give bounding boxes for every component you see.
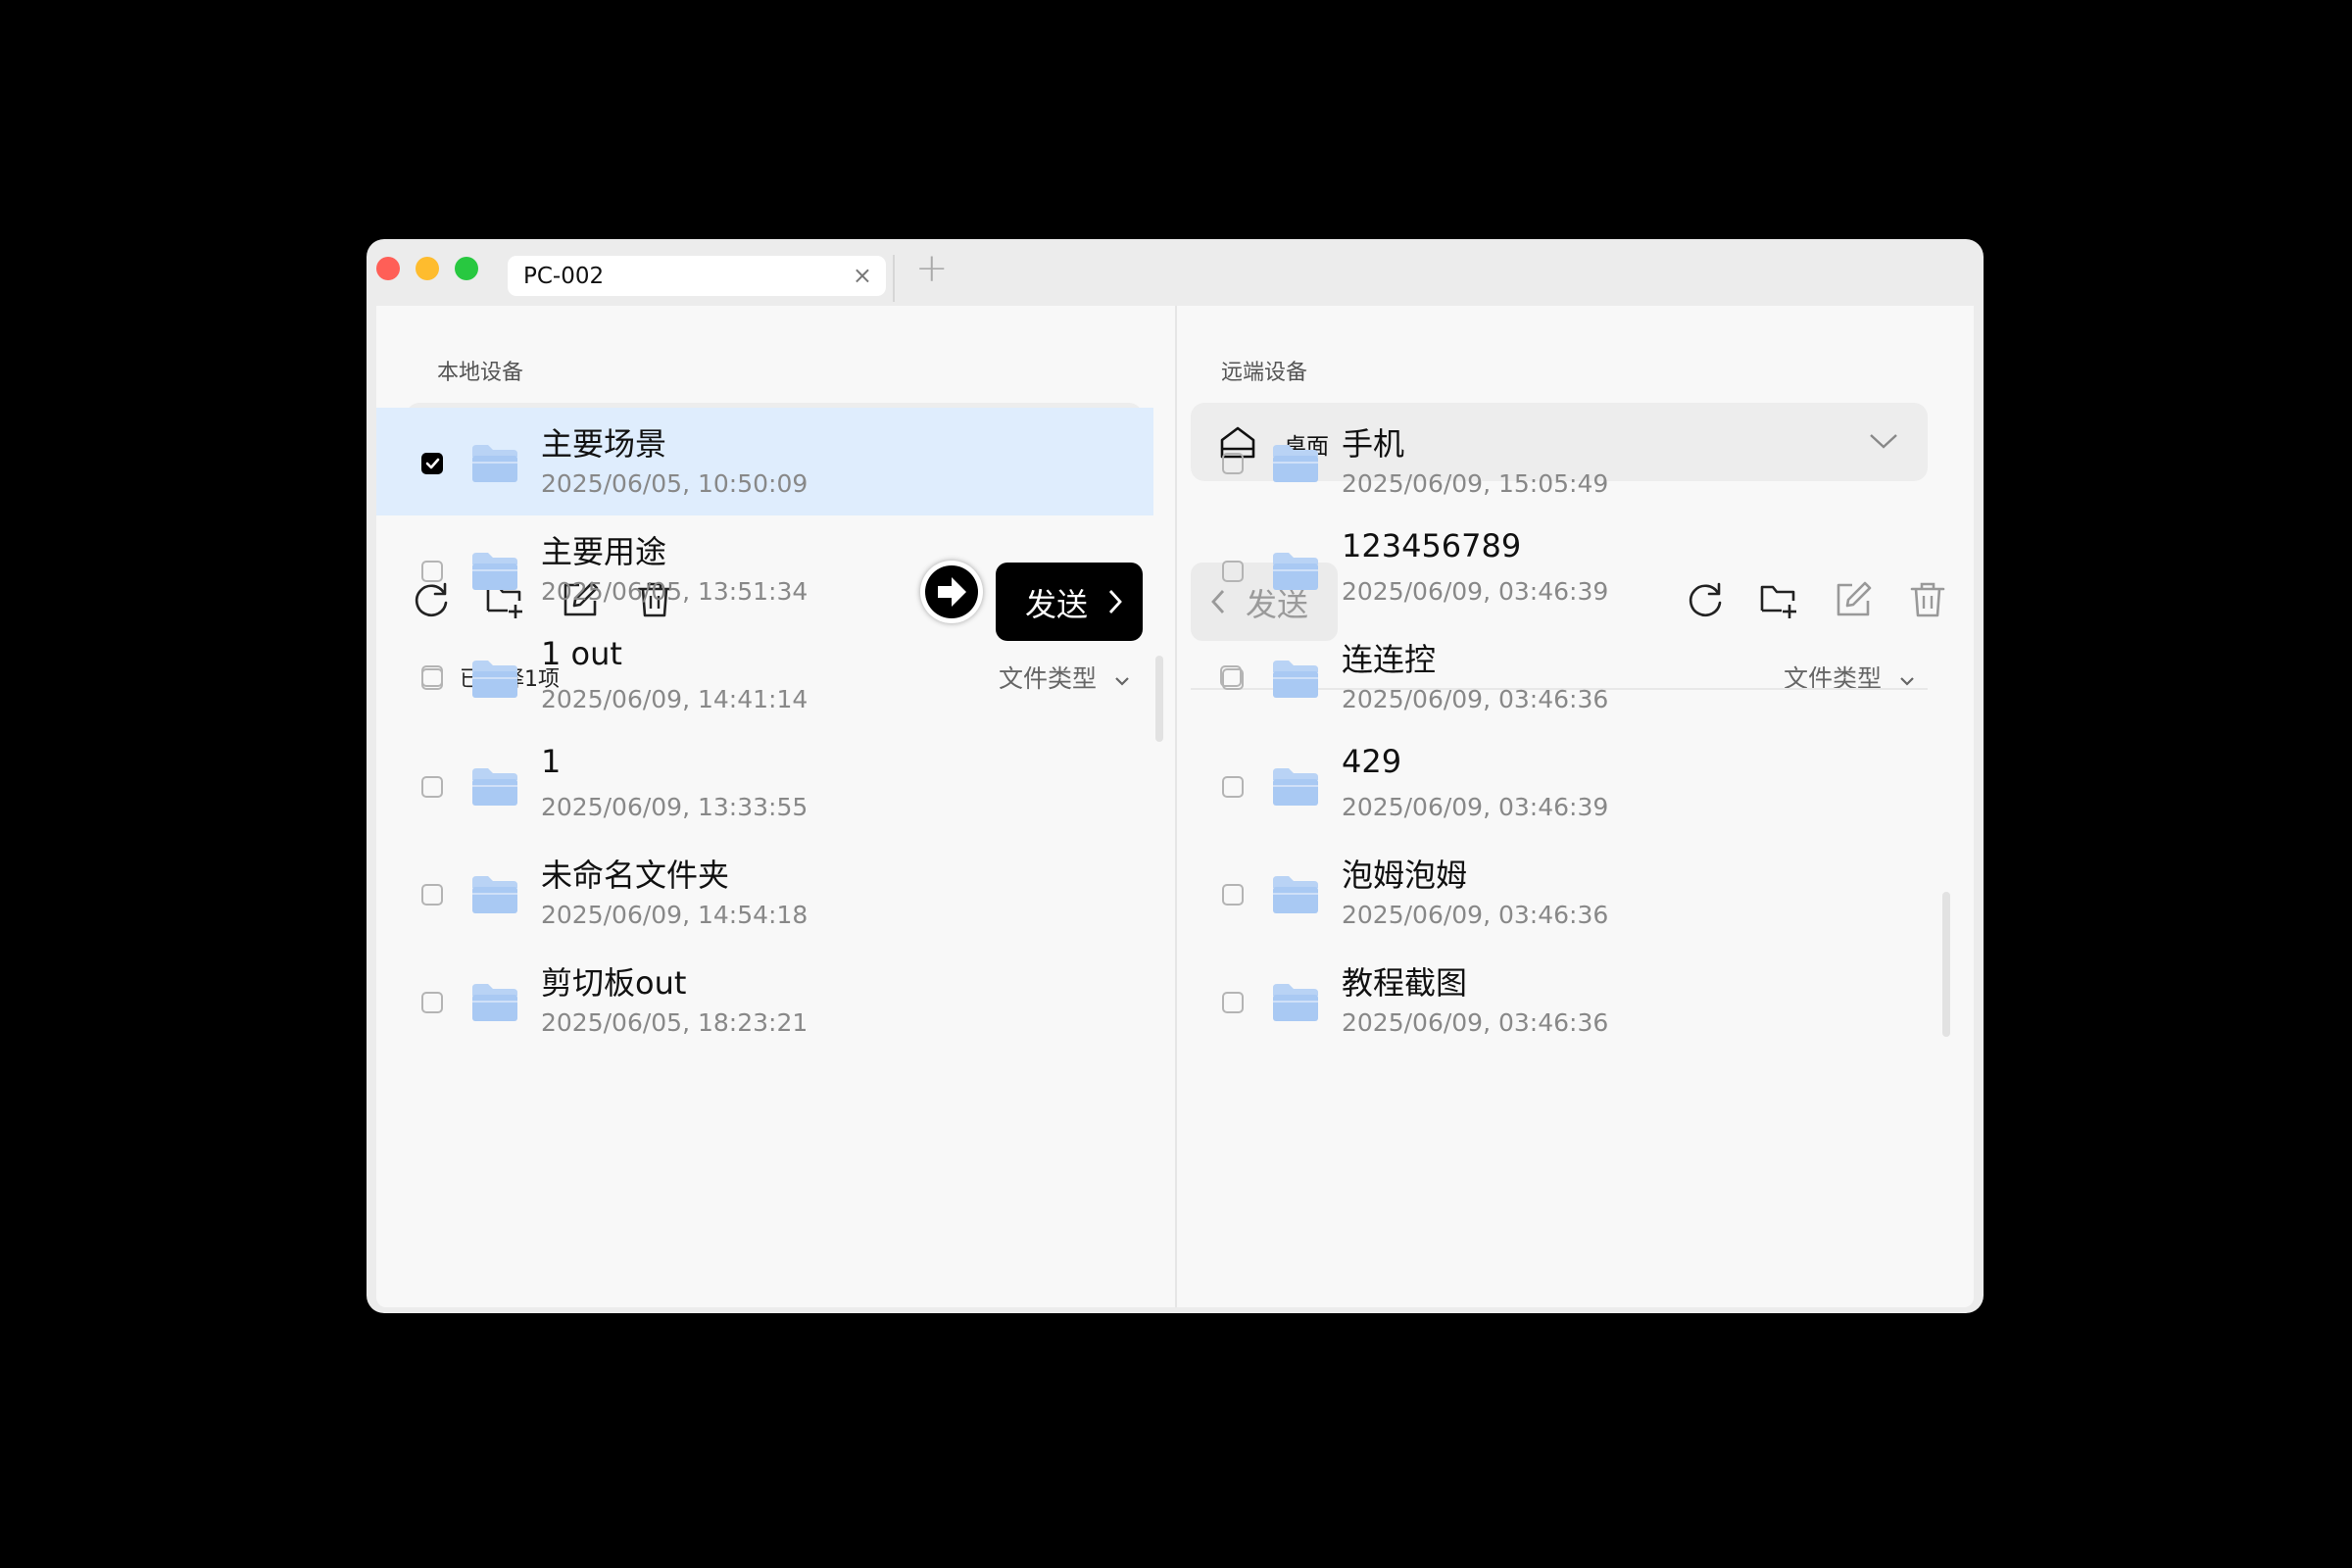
file-row[interactable]: 手机 2025/06/09, 15:05:49 <box>1177 408 1932 515</box>
file-name: 429 <box>1342 743 1402 780</box>
tab-title: PC-002 <box>523 264 605 289</box>
row-checkbox[interactable] <box>421 776 443 798</box>
file-name: 主要用途 <box>541 533 667 570</box>
file-row[interactable]: 429 2025/06/09, 03:46:39 <box>1177 731 1932 839</box>
file-date: 2025/06/09, 03:46:39 <box>1342 793 1609 821</box>
row-checkbox[interactable] <box>421 884 443 906</box>
folder-icon <box>472 661 517 698</box>
file-row[interactable]: 未命名文件夹 2025/06/09, 14:54:18 <box>376 839 1153 947</box>
file-name: 连连控 <box>1342 641 1437 678</box>
file-date: 2025/06/09, 03:46:36 <box>1342 1008 1609 1037</box>
local-pane: 本地设备 桌面 <box>376 306 1175 1307</box>
local-scrollbar[interactable] <box>1155 656 1163 742</box>
check-icon <box>425 458 440 469</box>
file-date: 2025/06/05, 13:51:34 <box>541 577 808 606</box>
folder-icon <box>472 445 517 482</box>
maximize-window-button[interactable] <box>455 257 478 280</box>
file-date: 2025/06/05, 10:50:09 <box>541 469 808 498</box>
file-name: 主要场景 <box>541 425 667 463</box>
file-row[interactable]: 1 2025/06/09, 13:33:55 <box>376 731 1153 839</box>
row-checkbox[interactable] <box>1222 453 1244 474</box>
folder-icon <box>1273 984 1318 1021</box>
folder-icon <box>472 876 517 913</box>
folder-icon <box>1273 445 1318 482</box>
folder-icon <box>472 768 517 806</box>
file-name: 泡姆泡姆 <box>1342 857 1468 894</box>
folder-icon <box>1273 768 1318 806</box>
row-checkbox[interactable] <box>421 453 443 474</box>
file-row[interactable]: 剪切板out 2025/06/05, 18:23:21 <box>376 947 1153 1054</box>
remote-device-label: 远端设备 <box>1221 361 1308 385</box>
remote-pane: 远端设备 桌面 发送 文件类型 手机 2025/06/09, 15:05:49 … <box>1177 306 1974 1307</box>
row-checkbox[interactable] <box>1222 561 1244 582</box>
file-row[interactable]: 教程截图 2025/06/09, 03:46:36 <box>1177 947 1932 1054</box>
file-name: 手机 <box>1342 425 1405 463</box>
file-name: 教程截图 <box>1342 964 1468 1002</box>
new-tab-button[interactable]: + <box>915 249 949 288</box>
file-date: 2025/06/09, 03:46:36 <box>1342 685 1609 713</box>
file-transfer-window: PC-002 × + 本地设备 桌面 <box>367 239 1984 1313</box>
file-row[interactable]: 123456789 2025/06/09, 03:46:39 <box>1177 515 1932 623</box>
local-device-label: 本地设备 <box>437 361 524 385</box>
row-checkbox[interactable] <box>1222 776 1244 798</box>
content-area: 本地设备 桌面 <box>376 306 1974 1307</box>
file-name: 未命名文件夹 <box>541 857 730 894</box>
row-checkbox[interactable] <box>1222 668 1244 690</box>
file-row[interactable]: 主要用途 2025/06/05, 13:51:34 <box>376 515 1153 623</box>
tab-divider <box>893 255 895 302</box>
close-tab-icon[interactable]: × <box>853 262 872 289</box>
row-checkbox[interactable] <box>1222 884 1244 906</box>
row-checkbox[interactable] <box>421 992 443 1013</box>
row-checkbox[interactable] <box>421 561 443 582</box>
row-checkbox[interactable] <box>1222 992 1244 1013</box>
folder-icon <box>1273 661 1318 698</box>
file-date: 2025/06/05, 18:23:21 <box>541 1008 808 1037</box>
remote-scrollbar[interactable] <box>1942 892 1950 1037</box>
file-name: 1 out <box>541 635 622 672</box>
file-row[interactable]: 主要场景 2025/06/05, 10:50:09 <box>376 408 1153 515</box>
folder-icon <box>1273 553 1318 590</box>
file-row[interactable]: 泡姆泡姆 2025/06/09, 03:46:36 <box>1177 839 1932 947</box>
file-date: 2025/06/09, 03:46:39 <box>1342 577 1609 606</box>
file-date: 2025/06/09, 15:05:49 <box>1342 469 1609 498</box>
file-date: 2025/06/09, 14:54:18 <box>541 901 808 929</box>
file-name: 1 <box>541 743 562 780</box>
file-date: 2025/06/09, 14:41:14 <box>541 685 808 713</box>
row-checkbox[interactable] <box>421 668 443 690</box>
folder-icon <box>472 984 517 1021</box>
file-row[interactable]: 1 out 2025/06/09, 14:41:14 <box>376 623 1153 731</box>
tab-pc-002[interactable]: PC-002 × <box>508 256 886 296</box>
folder-icon <box>1273 876 1318 913</box>
file-row[interactable]: 连连控 2025/06/09, 03:46:36 <box>1177 623 1932 731</box>
file-date: 2025/06/09, 03:46:36 <box>1342 901 1609 929</box>
file-name: 123456789 <box>1342 527 1522 564</box>
folder-icon <box>472 553 517 590</box>
close-window-button[interactable] <box>376 257 400 280</box>
minimize-window-button[interactable] <box>416 257 439 280</box>
file-name: 剪切板out <box>541 964 687 1002</box>
file-date: 2025/06/09, 13:33:55 <box>541 793 808 821</box>
